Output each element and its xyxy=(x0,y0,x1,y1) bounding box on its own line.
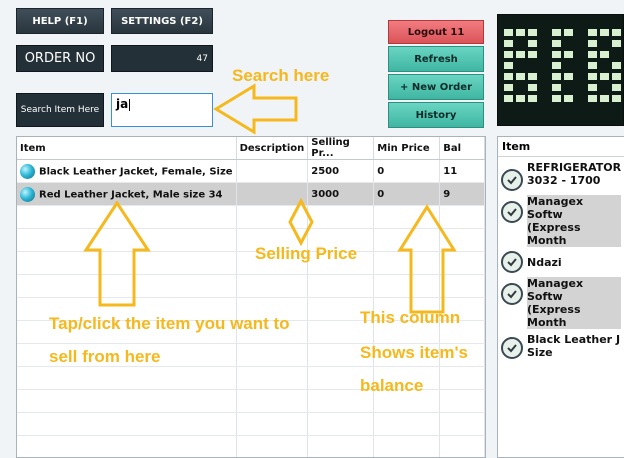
order-no-label-box: ORDER NO xyxy=(16,45,104,72)
bal-cell: 11 xyxy=(440,160,485,183)
history-label: History xyxy=(416,110,457,121)
table-row-selected[interactable]: Red Leather Jacket, Male size 34 3000 0 … xyxy=(17,183,485,206)
description-cell xyxy=(236,160,308,183)
order-item-line1: Managex Softw xyxy=(527,195,583,221)
empty-row xyxy=(17,252,485,275)
annotation-col-line3: balance xyxy=(360,376,423,396)
search-label: Search Item Here xyxy=(21,105,99,115)
annotation-col-line2: Shows item's xyxy=(360,343,468,363)
check-circle-icon xyxy=(501,251,523,273)
order-no-label: ORDER NO xyxy=(25,51,96,66)
order-item-line2: 3032 - 1700 xyxy=(527,174,600,187)
help-button[interactable]: HELP (F1) xyxy=(16,8,104,34)
order-item-line1: Ndazi xyxy=(527,256,562,269)
new-order-button[interactable]: + New Order xyxy=(388,74,484,100)
order-item-line2: (Express Month xyxy=(527,221,581,247)
order-no-value: 47 xyxy=(111,45,213,72)
empty-row xyxy=(17,206,485,229)
item-cell: Black Leather Jacket, Female, Size xyxy=(17,160,236,183)
new-order-label: + New Order xyxy=(400,82,472,93)
text-cursor xyxy=(129,99,130,111)
settings-button[interactable]: SETTINGS (F2) xyxy=(111,8,213,34)
check-circle-icon xyxy=(501,169,523,191)
min-price-cell: 0 xyxy=(374,160,440,183)
order-item-line1: REFRIGERATOR xyxy=(527,161,621,174)
col-header-description[interactable]: Description xyxy=(236,137,308,160)
logout-label: Logout 11 xyxy=(408,27,465,38)
item-cell: Red Leather Jacket, Male size 34 xyxy=(17,183,236,206)
order-list-item[interactable]: Black Leather JSize xyxy=(498,331,624,361)
table-header-row: Item Description Selling Pr... Min Price… xyxy=(17,137,485,160)
logout-button[interactable]: Logout 11 xyxy=(388,20,484,44)
empty-row xyxy=(17,436,485,458)
check-circle-icon xyxy=(501,337,523,359)
refresh-button[interactable]: Refresh xyxy=(388,46,484,72)
item-ball-icon xyxy=(20,164,35,179)
annotation-tap-line2: sell from here xyxy=(49,347,161,367)
col-header-selling-price[interactable]: Selling Pr... xyxy=(308,137,374,160)
annotation-tap-line1: Tap/click the item you want to xyxy=(49,314,290,334)
order-list-panel: Item REFRIGERATOR3032 - 1700 Managex Sof… xyxy=(497,136,624,458)
order-list-item[interactable]: Ndazi xyxy=(498,249,624,275)
settings-button-label: SETTINGS (F2) xyxy=(121,16,203,27)
item-name: Black Leather Jacket, Female, Size xyxy=(39,166,233,177)
search-input[interactable]: ja xyxy=(111,93,213,127)
item-ball-icon xyxy=(20,187,35,202)
check-circle-icon xyxy=(501,201,523,223)
search-input-value: ja xyxy=(116,97,128,111)
selling-price-cell: 3000 xyxy=(308,183,374,206)
annotation-col-line1: This column xyxy=(360,308,460,328)
order-list-header: Item xyxy=(498,137,624,157)
annotation-search-here: Search here xyxy=(232,66,329,86)
empty-row xyxy=(17,229,485,252)
led-display xyxy=(497,14,624,126)
empty-row xyxy=(17,275,485,298)
items-table-panel: Item Description Selling Pr... Min Price… xyxy=(16,136,486,458)
search-arrow-icon xyxy=(216,86,296,132)
check-circle-icon xyxy=(501,283,523,305)
bal-cell: 9 xyxy=(440,183,485,206)
order-item-line1: Managex Softw xyxy=(527,277,583,303)
col-header-bal[interactable]: Bal xyxy=(440,137,485,160)
order-list-item[interactable]: Managex Softw(Express Month xyxy=(498,193,624,249)
help-button-label: HELP (F1) xyxy=(32,16,87,27)
refresh-label: Refresh xyxy=(414,54,458,65)
annotation-selling-price: Selling Price xyxy=(255,244,357,264)
order-item-line2: Size xyxy=(527,346,553,359)
col-header-item[interactable]: Item xyxy=(17,137,236,160)
min-price-cell: 0 xyxy=(374,183,440,206)
description-cell xyxy=(236,183,308,206)
order-list-item[interactable]: Managex Softw(Express Month xyxy=(498,275,624,331)
order-list-item[interactable]: REFRIGERATOR3032 - 1700 xyxy=(498,159,624,193)
empty-row xyxy=(17,413,485,436)
history-button[interactable]: History xyxy=(388,102,484,128)
search-label-box: Search Item Here xyxy=(16,93,104,127)
order-item-line2: (Express Month xyxy=(527,303,581,329)
table-row[interactable]: Black Leather Jacket, Female, Size 2500 … xyxy=(17,160,485,183)
order-no-number: 47 xyxy=(197,54,208,64)
selling-price-cell: 2500 xyxy=(308,160,374,183)
col-header-min-price[interactable]: Min Price xyxy=(374,137,440,160)
item-name: Red Leather Jacket, Male size 34 xyxy=(39,189,223,200)
items-table: Item Description Selling Pr... Min Price… xyxy=(17,137,485,458)
order-item-line1: Black Leather J xyxy=(527,333,620,346)
led-pattern xyxy=(498,15,624,127)
